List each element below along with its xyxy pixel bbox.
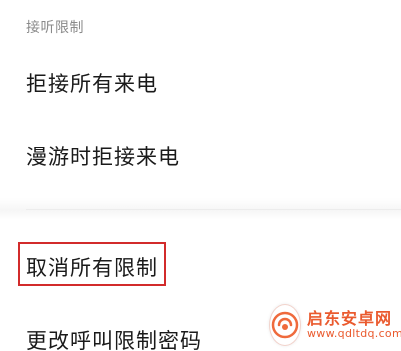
watermark-name: 启东安卓网 (307, 308, 393, 328)
app-logo-icon (269, 304, 301, 346)
app-logo-icon-graphic (271, 311, 299, 339)
menu-item-cancel-all-restrictions[interactable]: 取消所有限制 (26, 252, 158, 282)
section-header-answer-restrictions: 接听限制 (26, 20, 84, 36)
call-restriction-screen: 接听限制 拒接所有来电 漫游时拒接来电 取消所有限制 更改呼叫限制密码 启东安卓… (0, 0, 401, 351)
watermark-text: 启东安卓网 www.qdltdq.com (307, 308, 401, 340)
menu-item-reject-all-calls[interactable]: 拒接所有来电 (26, 68, 158, 98)
menu-item-reject-calls-when-roaming[interactable]: 漫游时拒接来电 (26, 141, 180, 171)
watermark-url: www.qdltdq.com (307, 326, 401, 340)
menu-item-change-restriction-password[interactable]: 更改呼叫限制密码 (26, 325, 202, 351)
section-divider (26, 209, 401, 210)
site-watermark: 启东安卓网 www.qdltdq.com (269, 303, 401, 347)
